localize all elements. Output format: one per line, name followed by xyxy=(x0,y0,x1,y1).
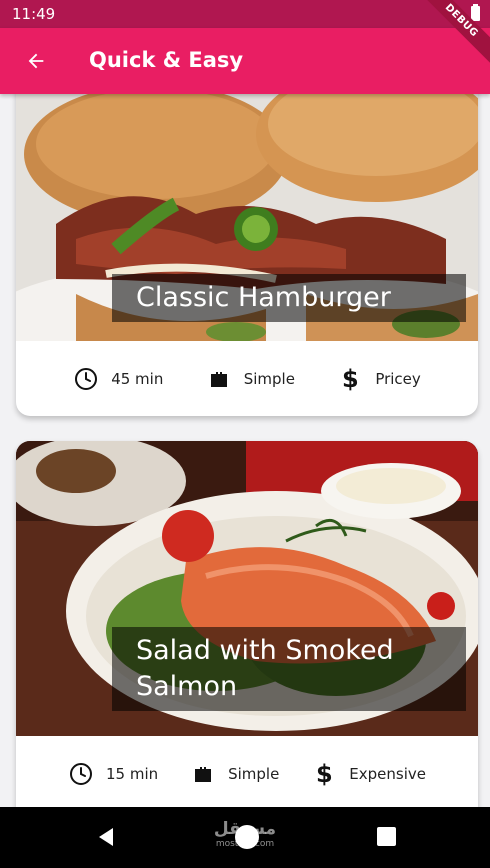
recipe-card-classic-hamburger[interactable]: Classic Hamburger 45 min Simple $ Pricey xyxy=(16,94,478,416)
complexity-info: Simple xyxy=(206,366,295,392)
affordability-info: $ Expensive xyxy=(311,760,426,788)
clock-icon xyxy=(68,761,94,787)
affordability-info: $ Pricey xyxy=(337,365,421,393)
duration-info: 45 min xyxy=(73,366,163,392)
duration-label: 45 min xyxy=(111,370,164,388)
complexity-label: Simple xyxy=(243,370,295,388)
affordability-label: Expensive xyxy=(349,765,426,783)
complexity-label: Simple xyxy=(228,765,280,783)
duration-label: 15 min xyxy=(105,765,159,783)
nav-recents-icon[interactable] xyxy=(377,827,396,846)
briefcase-icon xyxy=(206,366,232,392)
affordability-label: Pricey xyxy=(375,370,421,388)
app-bar: Quick & Easy xyxy=(0,28,490,94)
page-title: Quick & Easy xyxy=(89,48,244,72)
recipe-info-row: 45 min Simple $ Pricey xyxy=(16,341,478,416)
salmon-salad-photo: Salad with Smoked Salmon xyxy=(16,441,478,736)
recipe-info-row: 15 min Simple $ Expensive xyxy=(16,736,478,807)
duration-info: 15 min xyxy=(68,761,158,787)
system-nav-bar: مستقل mostaql.com xyxy=(0,807,490,868)
hamburger-photo: Classic Hamburger xyxy=(16,94,478,341)
status-time: 11:49 xyxy=(12,5,56,23)
briefcase-icon xyxy=(190,761,216,787)
status-bar: 11:49 xyxy=(0,0,490,28)
recipe-title: Salad with Smoked Salmon xyxy=(112,627,466,711)
nav-home-icon[interactable] xyxy=(235,825,259,849)
recipe-list[interactable]: Classic Hamburger 45 min Simple $ Pricey xyxy=(0,94,490,807)
nav-back-icon[interactable] xyxy=(95,826,117,848)
dollar-icon: $ xyxy=(315,760,333,788)
arrow-left-icon xyxy=(28,53,44,69)
dollar-icon: $ xyxy=(341,365,359,393)
recipe-card-salmon-salad[interactable]: Salad with Smoked Salmon 15 min Simple $… xyxy=(16,441,478,807)
back-button[interactable] xyxy=(16,41,56,81)
complexity-info: Simple xyxy=(190,761,279,787)
clock-icon xyxy=(73,366,99,392)
recipe-title: Classic Hamburger xyxy=(112,274,466,322)
